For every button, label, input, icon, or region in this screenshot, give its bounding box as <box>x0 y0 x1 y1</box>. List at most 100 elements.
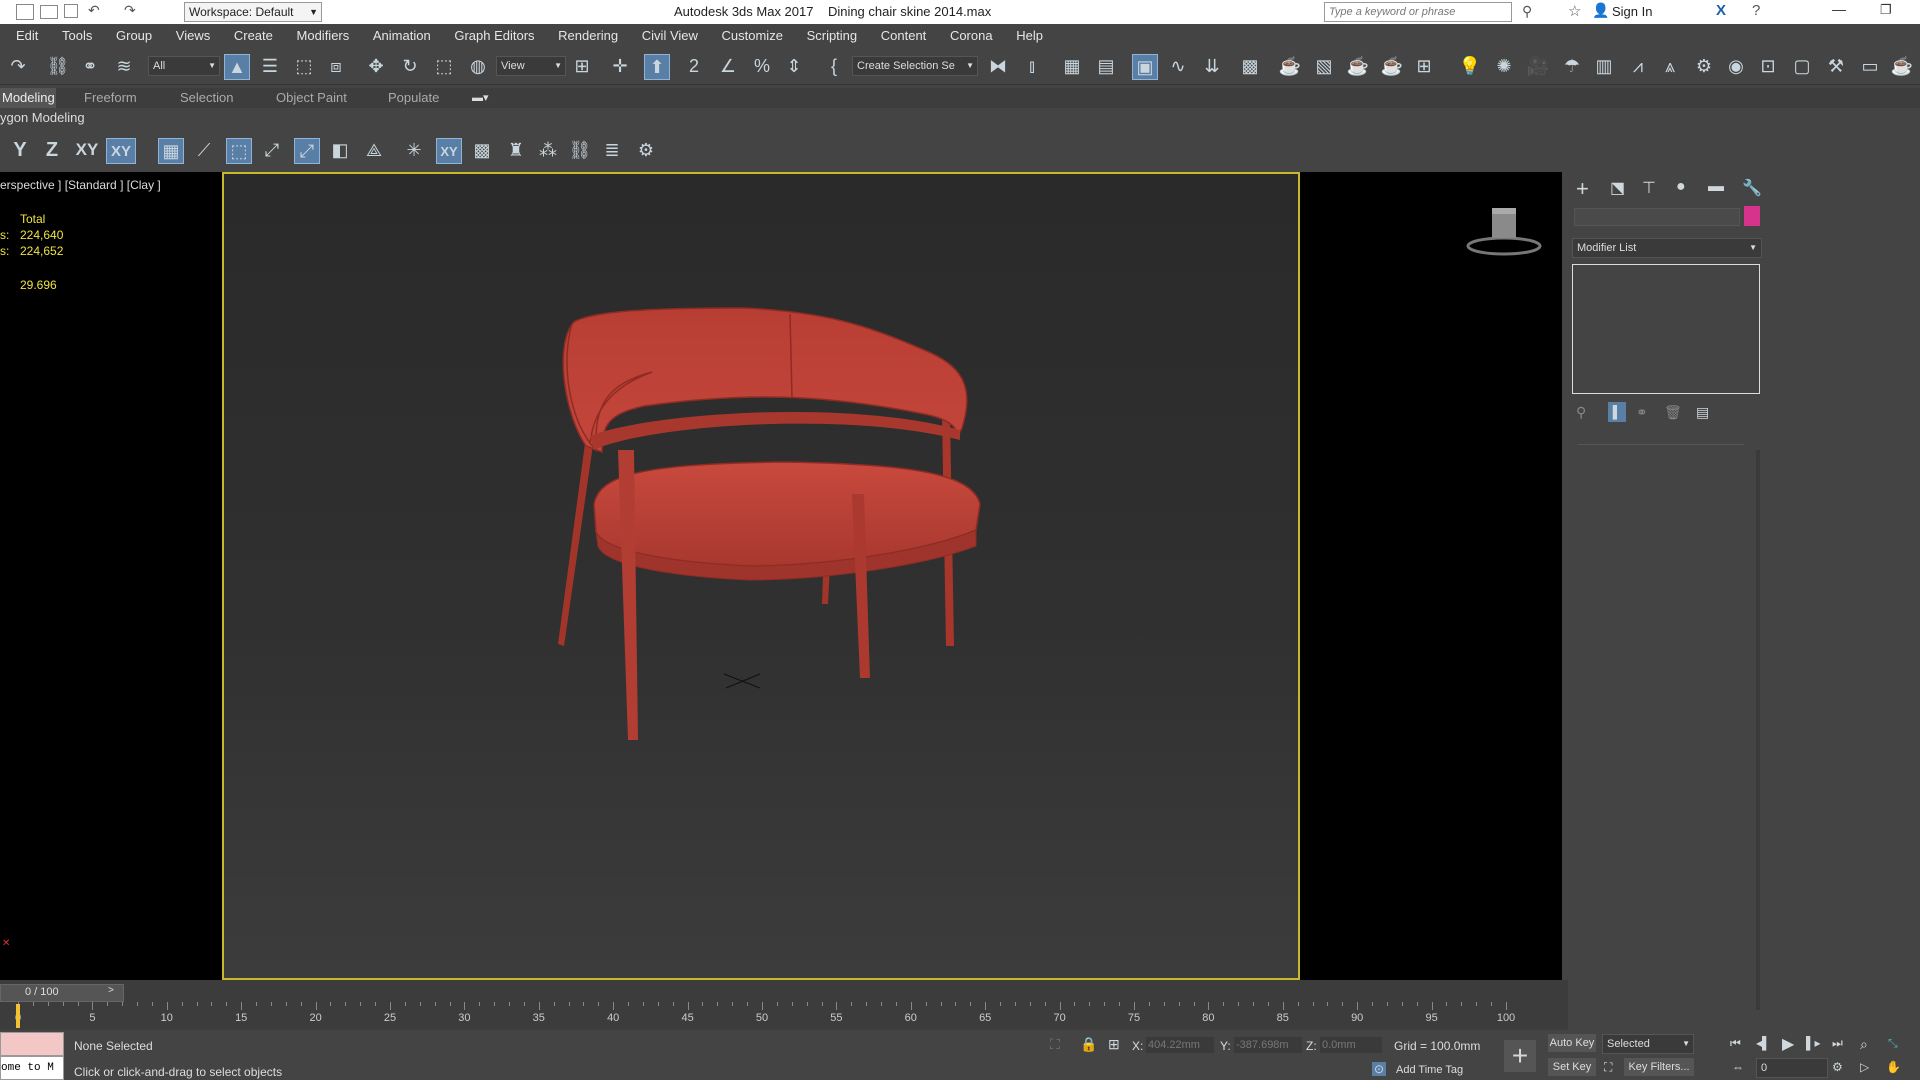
create-tab-icon[interactable]: + <box>1576 176 1589 202</box>
time-slider[interactable]: 0 / 100 <box>0 984 124 1002</box>
axis-z-button[interactable]: Z <box>40 138 64 162</box>
material-icon[interactable]: ◉ <box>1724 54 1748 78</box>
sign-in-link[interactable]: Sign In <box>1612 4 1652 19</box>
menu-rendering[interactable]: Rendering <box>548 24 628 48</box>
tab-selection[interactable]: Selection <box>180 88 233 108</box>
reference-coordinate-dropdown[interactable]: View ▼ <box>496 56 566 76</box>
keyboard-shortcut-override-button[interactable]: ⬆ <box>644 54 670 80</box>
save-icon[interactable] <box>64 4 78 18</box>
pan-view-icon[interactable]: ✋ <box>1886 1060 1901 1074</box>
material-editor-icon[interactable]: ▩ <box>1238 54 1262 78</box>
workspace-dropdown[interactable]: Workspace: Default ▼ <box>184 2 322 22</box>
teapot-icon[interactable]: ☂ <box>1560 54 1584 78</box>
menu-create[interactable]: Create <box>224 24 283 48</box>
add-time-tag-button[interactable]: Add Time Tag <box>1396 1064 1463 1076</box>
remove-modifier-icon[interactable]: 🗑 <box>1664 404 1682 421</box>
snap-edge-icon[interactable]: ⤢ <box>260 138 284 162</box>
move-icon[interactable]: ✥ <box>364 54 388 78</box>
teapot-render-icon[interactable]: ☕ <box>1890 54 1914 78</box>
percent-snap-icon[interactable]: % <box>750 54 774 78</box>
zoom-icon[interactable]: ⌕ <box>1860 1036 1868 1053</box>
tool-icon[interactable]: ⚒ <box>1824 54 1848 78</box>
make-unique-icon[interactable]: ⚭ <box>1636 404 1648 421</box>
display-tab-icon[interactable]: ▬ <box>1708 178 1724 196</box>
ribbon-toggle-button[interactable]: ▣ <box>1132 54 1158 80</box>
snap-perpendicular-icon[interactable]: ⟁ <box>362 138 386 162</box>
redo-icon[interactable]: ↷ <box>124 2 136 19</box>
angle-snap-icon[interactable]: ∠ <box>716 54 740 78</box>
select-object-button[interactable]: ▲ <box>224 54 250 80</box>
exchange-icon[interactable]: X <box>1716 2 1726 19</box>
menu-corona[interactable]: Corona <box>940 24 1003 48</box>
mirror-icon[interactable]: ⧓ <box>986 54 1010 78</box>
next-frame-icon[interactable]: ▌▸ <box>1806 1036 1821 1050</box>
panel-scrollbar[interactable] <box>1756 450 1760 1010</box>
panel-divider[interactable] <box>1578 444 1744 445</box>
snap-pivot-icon[interactable]: ◧ <box>328 138 352 162</box>
menu-animation[interactable]: Animation <box>363 24 441 48</box>
named-selection-dropdown[interactable]: Create Selection Se ▼ <box>852 56 978 76</box>
maxscript-listener[interactable] <box>0 1032 64 1056</box>
array-icon[interactable]: ⁂ <box>536 138 560 162</box>
layer-explorer-icon[interactable]: ▤ <box>1094 54 1118 78</box>
unlink-icon[interactable]: ⚭ <box>78 54 102 78</box>
menu-content[interactable]: Content <box>871 24 937 48</box>
object-name-field[interactable] <box>1574 208 1740 226</box>
snap-grid-button[interactable]: ▦ <box>158 138 184 164</box>
tab-modeling[interactable]: Modeling <box>0 88 56 108</box>
show-end-result-button[interactable]: ▌ <box>1608 402 1626 422</box>
play-icon[interactable]: ▶ <box>1782 1034 1794 1054</box>
modifier-stack[interactable] <box>1572 264 1760 394</box>
snap-xy-button[interactable]: XY <box>436 138 462 164</box>
time-configuration-icon[interactable]: ⚙ <box>1832 1060 1843 1074</box>
align-icon[interactable]: ⫾ <box>1020 54 1044 78</box>
vfb-icon[interactable]: ▢ <box>1790 54 1814 78</box>
star-icon[interactable]: ☆ <box>1568 2 1581 20</box>
hierarchy-tab-icon[interactable]: ⊤ <box>1642 178 1656 198</box>
menu-civil-view[interactable]: Civil View <box>632 24 708 48</box>
help-icon[interactable]: ? <box>1752 2 1760 19</box>
absolute-mode-icon[interactable]: ⊞ <box>1108 1036 1120 1053</box>
select-by-name-icon[interactable]: ☰ <box>258 54 282 78</box>
select-manipulate-icon[interactable]: ✛ <box>608 54 632 78</box>
scatter-icon[interactable]: ⩘ <box>1626 54 1650 78</box>
tab-populate[interactable]: Populate <box>388 88 439 108</box>
bind-spacewarp-icon[interactable]: ≋ <box>112 54 136 78</box>
schematic-view-icon[interactable]: ⇊ <box>1200 54 1224 78</box>
camera-icon[interactable]: 🎥 <box>1526 54 1550 78</box>
chair-model[interactable] <box>224 174 1298 978</box>
menu-graph-editors[interactable]: Graph Editors <box>444 24 544 48</box>
minimize-button[interactable]: — <box>1832 1 1846 17</box>
field-of-view-icon[interactable]: ▷ <box>1860 1060 1869 1074</box>
y-coordinate-field[interactable]: -387.698m <box>1234 1037 1302 1053</box>
stack-icon[interactable]: ≣ <box>600 138 624 162</box>
scale-icon[interactable]: ⬚ <box>432 54 456 78</box>
viewcube-icon[interactable] <box>1464 202 1544 262</box>
window-crossing-icon[interactable]: ⧈ <box>324 54 348 78</box>
go-to-start-icon[interactable]: ⏮ <box>1730 1036 1741 1051</box>
walk-icon[interactable]: ♜ <box>504 138 528 162</box>
menu-tools[interactable]: Tools <box>52 24 102 48</box>
time-slider-next-icon[interactable]: > <box>108 985 114 996</box>
render-production-icon[interactable]: ☕ <box>1346 54 1370 78</box>
proxy-icon[interactable]: ⩓ <box>1658 54 1682 78</box>
camera-match-icon[interactable]: ▩ <box>470 138 494 162</box>
menu-group[interactable]: Group <box>106 24 162 48</box>
render-activeshade-icon[interactable]: ⊞ <box>1412 54 1436 78</box>
polygon-modeling-label[interactable]: ygon Modeling <box>0 110 85 125</box>
window-icon[interactable]: ▭ <box>1858 54 1882 78</box>
rendered-frame-window-icon[interactable]: ▧ <box>1312 54 1336 78</box>
tab-object-paint[interactable]: Object Paint <box>276 88 347 108</box>
pin-stack-icon[interactable]: ⚲ <box>1576 404 1586 421</box>
scene-explorer-icon[interactable]: ▦ <box>1060 54 1084 78</box>
binoculars-icon[interactable]: ⚲ <box>1522 3 1532 20</box>
file-open-icon[interactable] <box>16 4 34 20</box>
viewport-left-region[interactable]: erspective ] [Standard ] [Clay ] Total s… <box>0 172 222 980</box>
menu-edit[interactable]: Edit <box>6 24 48 48</box>
set-key-button[interactable]: Set Key <box>1548 1058 1596 1076</box>
search-input[interactable]: Type a keyword or phrase <box>1324 2 1512 22</box>
spinner-snap-icon[interactable]: ⇕ <box>782 54 806 78</box>
redo-icon[interactable]: ↷ <box>6 54 30 78</box>
rectangular-selection-icon[interactable]: ⬚ <box>292 54 316 78</box>
x-coordinate-field[interactable]: 404.22mm <box>1146 1037 1214 1053</box>
